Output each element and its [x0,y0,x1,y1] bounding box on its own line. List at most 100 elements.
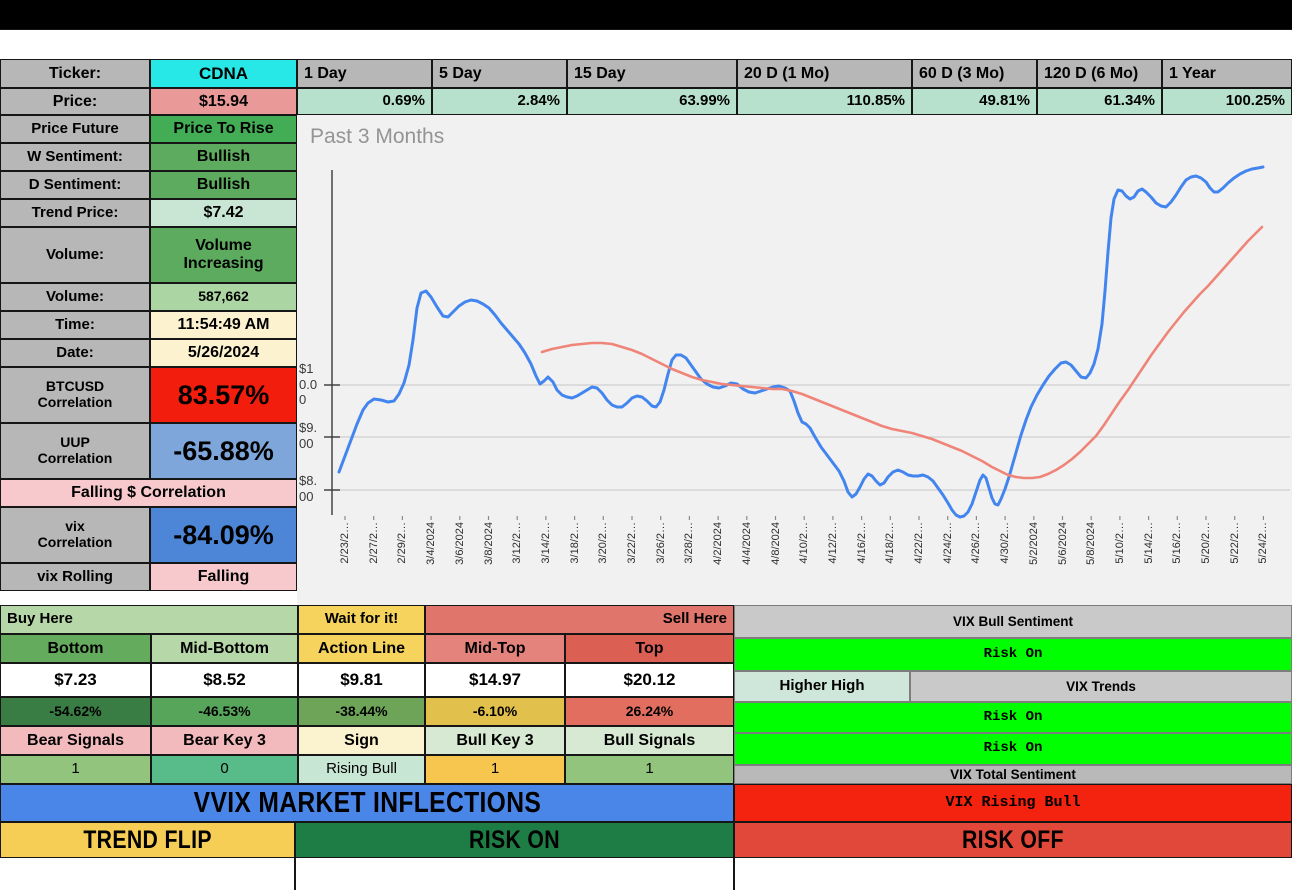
level-cell-label: 26.24% [625,702,674,719]
stat-value-label: 11:54:49 AM [177,316,270,334]
stat-value: 83.57% [150,367,297,423]
stat-merged-label: Falling $ Correlation [71,484,226,502]
stat-label: Date: [0,339,150,367]
x-axis-label: 3/22/2… [626,522,638,564]
stat-label-label: Date: [56,343,94,361]
level-cell-label: $9.81 [340,670,383,690]
stat-label-label: vix Correlation [37,518,113,550]
period-header-label: 5 Day [439,64,482,82]
vvix-market-inflections-banner: VVIX MARKET INFLECTIONS [0,784,734,822]
ticker-value-cell-label: CDNA [198,63,249,83]
level-cell-label: Bear Key 3 [183,731,266,749]
vix-status: Risk On [734,638,1292,671]
level-cell: 1 [565,755,734,784]
period-header: 1 Year [1162,59,1292,88]
stat-value-label: -84.09% [173,519,274,550]
period-change-label: 100.25% [1225,92,1285,110]
level-cell-label: Action Line [317,639,406,657]
stat-value-label: Volume Increasing [183,237,264,272]
x-axis-label: 4/24/2… [941,522,954,564]
vvix-banner-label: VVIX MARKET INFLECTIONS [193,786,541,819]
risk-on-banner: RISK ON [295,822,734,858]
x-axis-label: 4/30/2… [999,522,1012,564]
period-change: 110.85% [737,88,912,115]
period-header-label: 120 D (6 Mo) [1044,64,1139,82]
level-cell: 0 [151,755,298,784]
vix-status-label: Risk On [983,708,1043,725]
level-cell: $8.52 [151,663,298,697]
x-axis-label: 5/16/2… [1171,522,1184,564]
period-header-label: 1 Day [304,64,347,82]
stat-label-label: Time: [55,315,95,333]
price-value: $15.94 [150,88,297,115]
stat-value: Price To Rise [150,115,297,143]
chart-title: Past 3 Months [310,125,445,148]
trend-flip-banner: TREND FLIP [0,822,295,858]
level-cell: Bear Key 3 [151,726,298,755]
level-cell-label: $20.12 [623,670,676,690]
stat-label-label: BTCUSD Correlation [37,378,113,410]
x-axis-label: 5/6/2024 [1056,522,1069,565]
level-cell: 26.24% [565,697,734,726]
x-axis-label: 4/18/2… [884,522,897,564]
level-cell-label: Sign [344,731,379,749]
level-cell: -46.53% [151,697,298,726]
x-axis-label: 5/10/2… [1113,522,1126,564]
vix-header: VIX Bull Sentiment [734,605,1292,638]
level-cell: 1 [0,755,151,784]
stat-value-label: $7.42 [203,204,244,222]
level-cell-label: Buy Here [7,610,73,628]
stat-value-label: Falling [197,568,250,586]
level-cell-label: Wait for it! [324,610,399,628]
stat-value: 5/26/2024 [150,339,297,367]
x-axis-label: 5/20/2… [1200,522,1212,564]
stat-label-label: UUP Correlation [37,434,113,466]
period-header: 120 D (6 Mo) [1037,59,1162,88]
level-cell-label: -54.62% [49,702,102,719]
x-axis-label: 5/14/2… [1142,522,1155,564]
stat-label: Volume: [0,283,150,311]
vix-header-label: VIX Bull Sentiment [952,613,1074,629]
x-axis-label: 3/6/2024 [453,522,466,565]
vix-header-label: VIX Trends [1066,678,1136,694]
level-cell-label: Bear Signals [27,731,124,749]
stat-label: D Sentiment: [0,171,150,199]
period-change: 61.34% [1037,88,1162,115]
level-cell: $9.81 [298,663,425,697]
period-change: 100.25% [1162,88,1292,115]
vix-cell-label: Higher High [779,677,865,695]
vix-status-label: Risk On [983,740,1043,757]
x-axis-label: 3/4/2024 [425,522,438,565]
x-axis-label: 4/26/2… [970,522,983,564]
risk-on-label: RISK ON [469,826,560,854]
level-cell: Rising Bull [298,755,425,784]
ticker-value-cell[interactable]: CDNA [150,59,297,88]
x-axis-label: 5/22/2… [1228,522,1241,564]
period-change: 49.81% [912,88,1037,115]
stat-value: -84.09% [150,507,297,563]
level-cell: -6.10% [425,697,565,726]
level-cell-label: Top [635,639,664,657]
x-axis-label: 4/10/2… [798,522,811,564]
level-cell: Bottom [0,634,151,663]
period-header: 15 Day [567,59,737,88]
risk-off-label: RISK OFF [962,826,1064,854]
stat-label: Trend Price: [0,199,150,227]
vix-header: VIX Total Sentiment [734,765,1292,784]
level-cell-label: Bottom [47,639,104,657]
stat-value: -65.88% [150,423,297,479]
period-header-label: 20 D (1 Mo) [744,64,830,82]
stat-value-label: 5/26/2024 [187,344,260,362]
stat-merged: Falling $ Correlation [0,479,297,507]
level-cell: -54.62% [0,697,151,726]
x-axis-label: 3/26/2… [654,522,667,564]
x-axis-label: 3/28/2… [683,522,696,564]
level-cell-label: -46.53% [198,702,251,719]
level-cell-label: $7.23 [54,670,97,690]
stat-value-label: -65.88% [173,435,274,466]
vix-status-label: Risk On [983,645,1043,662]
trend-flip-label: TREND FLIP [83,826,212,854]
stat-value-label: 83.57% [177,379,270,410]
level-cell: Sell Here [425,605,734,634]
y-axis-label: $1 0.0 0 [299,361,318,407]
